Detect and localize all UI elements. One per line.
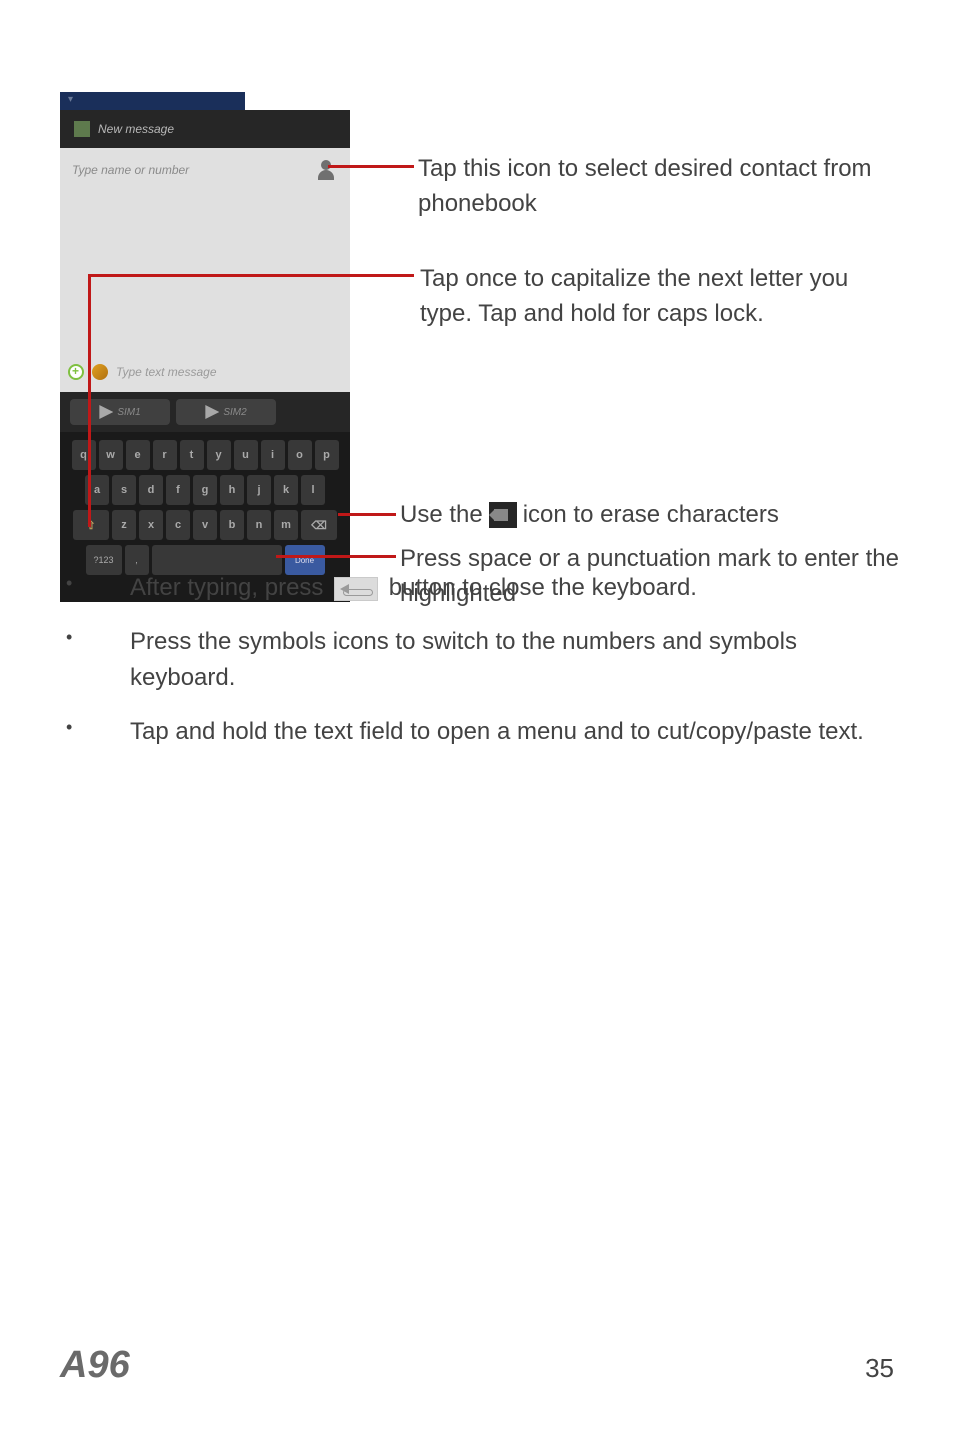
contact-picker-icon[interactable]	[318, 160, 334, 180]
emoji-icon[interactable]	[92, 364, 108, 380]
shift-key[interactable]: ⇧	[73, 510, 109, 540]
callout-line	[338, 513, 396, 516]
signal-icon: ▾	[68, 94, 78, 104]
key-t[interactable]: t	[180, 440, 204, 470]
bullet-marker: •	[60, 570, 130, 606]
recipient-field-row[interactable]: Type name or number	[60, 148, 350, 192]
key-r[interactable]: r	[153, 440, 177, 470]
key-h[interactable]: h	[220, 475, 244, 505]
key-p[interactable]: p	[315, 440, 339, 470]
key-d[interactable]: d	[139, 475, 163, 505]
callout-erase: Use the icon to erase characters	[400, 498, 920, 533]
phone-screenshot: ▾ New message Type name or number Type t…	[60, 92, 350, 602]
backspace-key[interactable]: ⌫	[301, 510, 337, 540]
page-footer: A96 35	[60, 1344, 894, 1387]
key-j[interactable]: j	[247, 475, 271, 505]
key-e[interactable]: e	[126, 440, 150, 470]
bullet-marker: •	[60, 714, 130, 750]
send-sim1-button[interactable]: SIM1	[70, 399, 170, 425]
key-s[interactable]: s	[112, 475, 136, 505]
key-o[interactable]: o	[288, 440, 312, 470]
key-y[interactable]: y	[207, 440, 231, 470]
callout-erase-after: icon to erase characters	[523, 498, 779, 533]
list-item: • Tap and hold the text field to open a …	[60, 714, 870, 750]
key-q[interactable]: q	[72, 440, 96, 470]
footer-model-label: A96	[60, 1344, 130, 1387]
key-k[interactable]: k	[274, 475, 298, 505]
callout-line	[88, 274, 91, 527]
app-header-text: New message	[98, 122, 174, 136]
callout-line	[88, 274, 414, 277]
message-body-area	[60, 192, 350, 352]
list-item: • Press the symbols icons to switch to t…	[60, 624, 870, 696]
key-i[interactable]: i	[261, 440, 285, 470]
keyboard-row-2: a s d f g h j k l	[64, 475, 346, 505]
callout-shift-key: Tap once to capitalize the next letter y…	[420, 262, 880, 332]
footer-page-number: 35	[865, 1353, 894, 1384]
send-sim2-button[interactable]: SIM2	[176, 399, 276, 425]
key-f[interactable]: f	[166, 475, 190, 505]
bullet-text-1: After typing, press button to close the …	[130, 570, 870, 606]
phone-status-bar: ▾	[60, 92, 245, 110]
key-z[interactable]: z	[112, 510, 136, 540]
bullet-text-3: Tap and hold the text field to open a me…	[130, 714, 870, 750]
bullet-marker: •	[60, 624, 130, 696]
send-tabs: SIM1 SIM2	[60, 392, 350, 432]
callout-line	[276, 555, 396, 558]
backspace-icon	[489, 502, 517, 528]
bullet-list: • After typing, press button to close th…	[60, 570, 870, 768]
list-item: • After typing, press button to close th…	[60, 570, 870, 606]
callout-line	[328, 165, 414, 168]
callout-erase-before: Use the	[400, 498, 483, 533]
add-attachment-icon[interactable]	[68, 364, 84, 380]
message-app-icon	[74, 121, 90, 137]
bullet-text-2: Press the symbols icons to switch to the…	[130, 624, 870, 696]
key-w[interactable]: w	[99, 440, 123, 470]
compose-row: Type text message	[60, 352, 350, 392]
key-n[interactable]: n	[247, 510, 271, 540]
back-button-icon	[334, 577, 378, 601]
recipient-placeholder: Type name or number	[60, 163, 318, 177]
send-icon	[205, 405, 219, 419]
phone-app-header: New message	[60, 110, 350, 148]
key-l[interactable]: l	[301, 475, 325, 505]
compose-placeholder: Type text message	[116, 365, 217, 379]
key-u[interactable]: u	[234, 440, 258, 470]
key-m[interactable]: m	[274, 510, 298, 540]
key-g[interactable]: g	[193, 475, 217, 505]
key-c[interactable]: c	[166, 510, 190, 540]
keyboard-row-3: ⇧ z x c v b n m ⌫	[64, 510, 346, 540]
key-x[interactable]: x	[139, 510, 163, 540]
keyboard-row-1: q w e r t y u i o p	[64, 440, 346, 470]
callout-contact-picker: Tap this icon to select desired contact …	[418, 152, 878, 222]
key-v[interactable]: v	[193, 510, 217, 540]
send-icon	[99, 405, 113, 419]
key-b[interactable]: b	[220, 510, 244, 540]
